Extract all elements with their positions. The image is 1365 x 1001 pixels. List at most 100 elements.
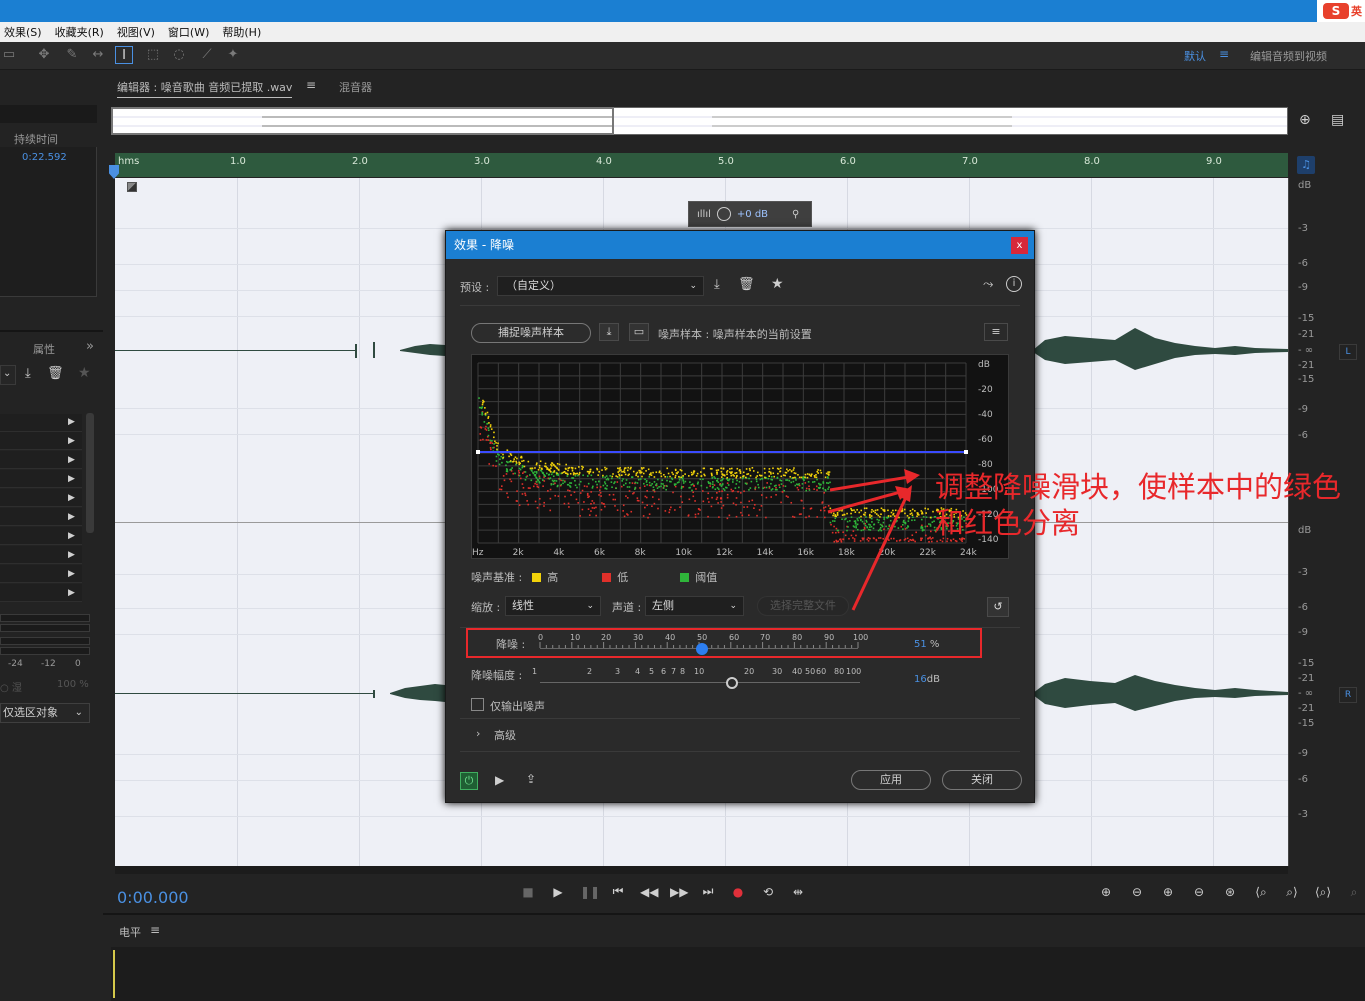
brush-tool-icon[interactable]: ⟋ <box>198 46 216 64</box>
overview-viewport[interactable] <box>111 107 614 135</box>
mixer-tab[interactable]: 混音器 <box>339 79 372 95</box>
move-tool-icon[interactable]: ✥ <box>35 46 53 64</box>
slip-tool-icon[interactable]: ↔ <box>89 46 107 64</box>
stop-icon[interactable]: ■ <box>520 885 536 899</box>
download-icon[interactable]: ⤓ <box>25 366 31 381</box>
scale-dropdown[interactable]: 线性 ⌄ <box>505 596 601 616</box>
skip-to-end-icon[interactable]: ⏭ <box>700 884 716 899</box>
chevron-right-icon[interactable]: ▶ <box>68 512 75 522</box>
zoom-in-end-icon[interactable]: ⌕⟩ <box>1283 885 1301 900</box>
noise-sample-menu-icon[interactable]: ≡ <box>984 323 1008 341</box>
fast-forward-icon[interactable]: ▶▶ <box>670 885 688 899</box>
menu-help[interactable]: 帮助(H) <box>222 24 261 40</box>
menu-effects[interactable]: 效果(S) <box>4 24 42 40</box>
info-icon[interactable]: i <box>1006 276 1022 292</box>
amount-value[interactable]: 16dB <box>914 674 940 685</box>
open-noise-print-icon[interactable]: ▭ <box>629 323 649 341</box>
process-selection-dropdown[interactable]: 仅选区对象 ⌄ <box>0 703 90 723</box>
hamburger-icon[interactable]: ≡ <box>1219 47 1229 61</box>
gain-hud[interactable]: ıllıl +0 dB ⚲ <box>688 201 812 227</box>
chevron-right-icon[interactable]: ▶ <box>68 550 75 560</box>
skip-to-start-icon[interactable]: ⏮ <box>610 884 626 899</box>
headphone-icon[interactable]: ♫ <box>1297 156 1315 174</box>
spot-heal-tool-icon[interactable]: ✦ <box>224 46 242 64</box>
reset-icon[interactable]: ↺ <box>987 597 1009 617</box>
scrollbar[interactable] <box>86 413 94 533</box>
amount-thumb[interactable] <box>726 677 738 689</box>
dialog-title[interactable]: 效果 - 降噪 <box>446 231 1034 259</box>
time-selection-tool-icon[interactable]: I <box>115 46 133 64</box>
zoom-out-amplitude-icon[interactable]: ⊖ <box>1128 885 1146 900</box>
pause-icon[interactable]: ❚❚ <box>580 885 600 899</box>
save-noise-print-icon[interactable]: ⤓ <box>599 323 619 341</box>
waveform-view-icon[interactable]: ▭ <box>0 46 18 64</box>
time-ruler[interactable]: hms 1.0 2.0 3.0 4.0 5.0 6.0 7.0 8.0 9.0 <box>115 153 1288 177</box>
preset-dropdown[interactable]: ⌄ <box>0 365 16 385</box>
menu-window[interactable]: 窗口(W) <box>168 24 209 40</box>
files-search-box[interactable] <box>0 105 97 123</box>
loop-preview-icon[interactable]: ⇪ <box>526 772 536 786</box>
zoom-out-time-icon[interactable]: ⊖ <box>1190 885 1208 900</box>
star-icon[interactable]: ★ <box>78 365 91 381</box>
chevron-right-icon[interactable]: ▶ <box>68 417 75 427</box>
current-time[interactable]: 0:00.000 <box>117 888 189 907</box>
output-noise-only-checkbox[interactable] <box>471 698 484 711</box>
trash-icon[interactable]: 🗑 <box>47 366 64 381</box>
snap-toggle-icon[interactable] <box>127 182 137 192</box>
preset-dropdown[interactable]: （自定义） ⌄ <box>497 276 704 296</box>
chevron-right-icon[interactable]: ▶ <box>68 455 75 465</box>
close-button[interactable]: 关闭 <box>942 770 1022 790</box>
properties-tab[interactable]: 属性 <box>33 341 55 357</box>
pin-icon[interactable]: ⚲ <box>792 209 799 220</box>
route-channels-icon[interactable]: ⤳ <box>983 277 993 292</box>
zoom-navigator-icon[interactable]: ⊕ <box>1299 112 1311 128</box>
gain-knob-icon[interactable] <box>716 207 731 221</box>
ime-indicator[interactable]: S 英 <box>1317 0 1365 22</box>
skip-selection-icon[interactable]: ⇹ <box>790 885 806 899</box>
favorite-star-icon[interactable]: ★ <box>771 276 784 292</box>
chevron-right-icon[interactable]: ▶ <box>68 474 75 484</box>
record-icon[interactable]: ● <box>730 885 746 899</box>
panel-menu-icon[interactable]: ▤ <box>1331 112 1344 128</box>
channel-dropdown[interactable]: 左侧 ⌄ <box>645 596 744 616</box>
zoom-in-start-icon[interactable]: ⟨⌕ <box>1252 885 1270 900</box>
menu-favorites[interactable]: 收藏夹(R) <box>55 24 104 40</box>
level-panel-menu-icon[interactable]: ≡ <box>150 923 160 937</box>
duration-column-header[interactable]: 持续时间 <box>14 131 58 147</box>
panel-expand-icon[interactable]: » <box>86 339 94 354</box>
chevron-right-icon[interactable]: ▶ <box>68 569 75 579</box>
razor-tool-icon[interactable]: ✎ <box>63 46 81 64</box>
delete-preset-icon[interactable]: 🗑 <box>738 277 755 292</box>
chevron-right-icon[interactable]: ▶ <box>68 493 75 503</box>
preview-play-icon[interactable]: ▶ <box>495 773 504 787</box>
loop-icon[interactable]: ⟲ <box>760 885 776 899</box>
channel-left-toggle[interactable]: L <box>1339 344 1357 360</box>
advanced-section-toggle[interactable]: 高级 <box>494 727 516 743</box>
zoom-selection-icon[interactable]: ⟨⌕⟩ <box>1314 885 1332 900</box>
rewind-icon[interactable]: ◀◀ <box>640 885 658 899</box>
workspace-edit-audio-to-video[interactable]: 编辑音频到视频 <box>1250 48 1327 64</box>
chevron-right-icon[interactable]: ▶ <box>68 588 75 598</box>
chevron-right-icon[interactable]: ▶ <box>68 436 75 446</box>
lasso-tool-icon[interactable]: ◌ <box>170 46 188 64</box>
zoom-reset-icon[interactable]: ⌕ <box>1345 885 1363 900</box>
chevron-right-icon[interactable]: ▶ <box>68 531 75 541</box>
chevron-right-icon[interactable]: › <box>476 727 480 740</box>
horizontal-scrollbar[interactable] <box>115 866 1288 874</box>
power-icon[interactable]: ⏻ <box>460 772 478 790</box>
capture-noise-print-button[interactable]: 捕捉噪声样本 <box>471 323 591 343</box>
level-panel-title[interactable]: 电平 <box>119 924 141 940</box>
editor-tab[interactable]: 编辑器 : 噪音歌曲 音频已提取 .wav <box>117 79 293 98</box>
save-preset-icon[interactable]: ⤓ <box>714 277 720 292</box>
editor-tab-menu-icon[interactable]: ≡ <box>306 78 316 92</box>
marquee-tool-icon[interactable]: ⬚ <box>144 46 162 64</box>
zoom-in-time-icon[interactable]: ⊕ <box>1159 885 1177 900</box>
channel-right-toggle[interactable]: R <box>1339 687 1357 703</box>
close-icon[interactable]: x <box>1011 237 1028 254</box>
reduction-amount-slider[interactable]: 1 2 3 4 5 6 7 8 10 20 30 40 50 60 80 100 <box>532 667 862 693</box>
zoom-out-full-icon[interactable]: ⊛ <box>1221 885 1239 900</box>
zoom-in-amplitude-icon[interactable]: ⊕ <box>1097 885 1115 900</box>
menu-view[interactable]: 视图(V) <box>117 24 155 40</box>
workspace-default[interactable]: 默认 <box>1184 48 1206 64</box>
apply-button[interactable]: 应用 <box>851 770 931 790</box>
